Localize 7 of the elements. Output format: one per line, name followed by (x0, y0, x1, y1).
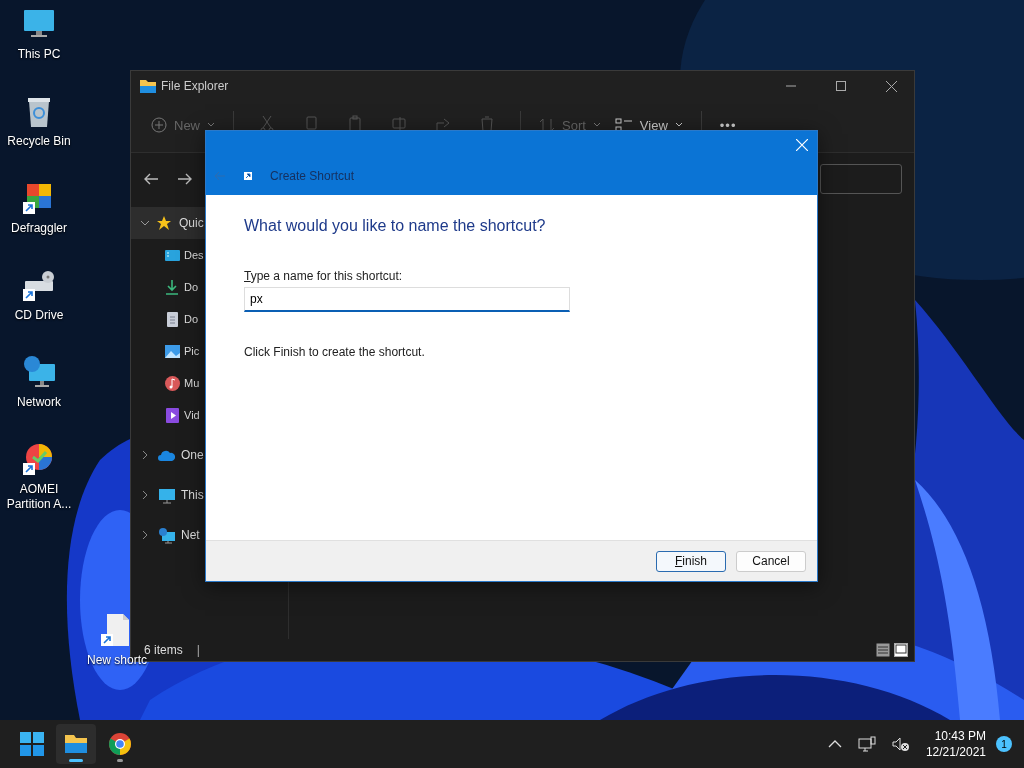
window-title: File Explorer (161, 79, 229, 93)
status-separator: | (196, 643, 200, 657)
dialog-title: Create Shortcut (270, 169, 355, 183)
instruction-text: Click Finish to create the shortcut. (244, 345, 426, 359)
item-count: 6 items (144, 643, 183, 657)
field-label: Type a name for this shortcut: (244, 269, 404, 283)
dialog-heading: What would you like to name the shortcut? (244, 217, 547, 235)
